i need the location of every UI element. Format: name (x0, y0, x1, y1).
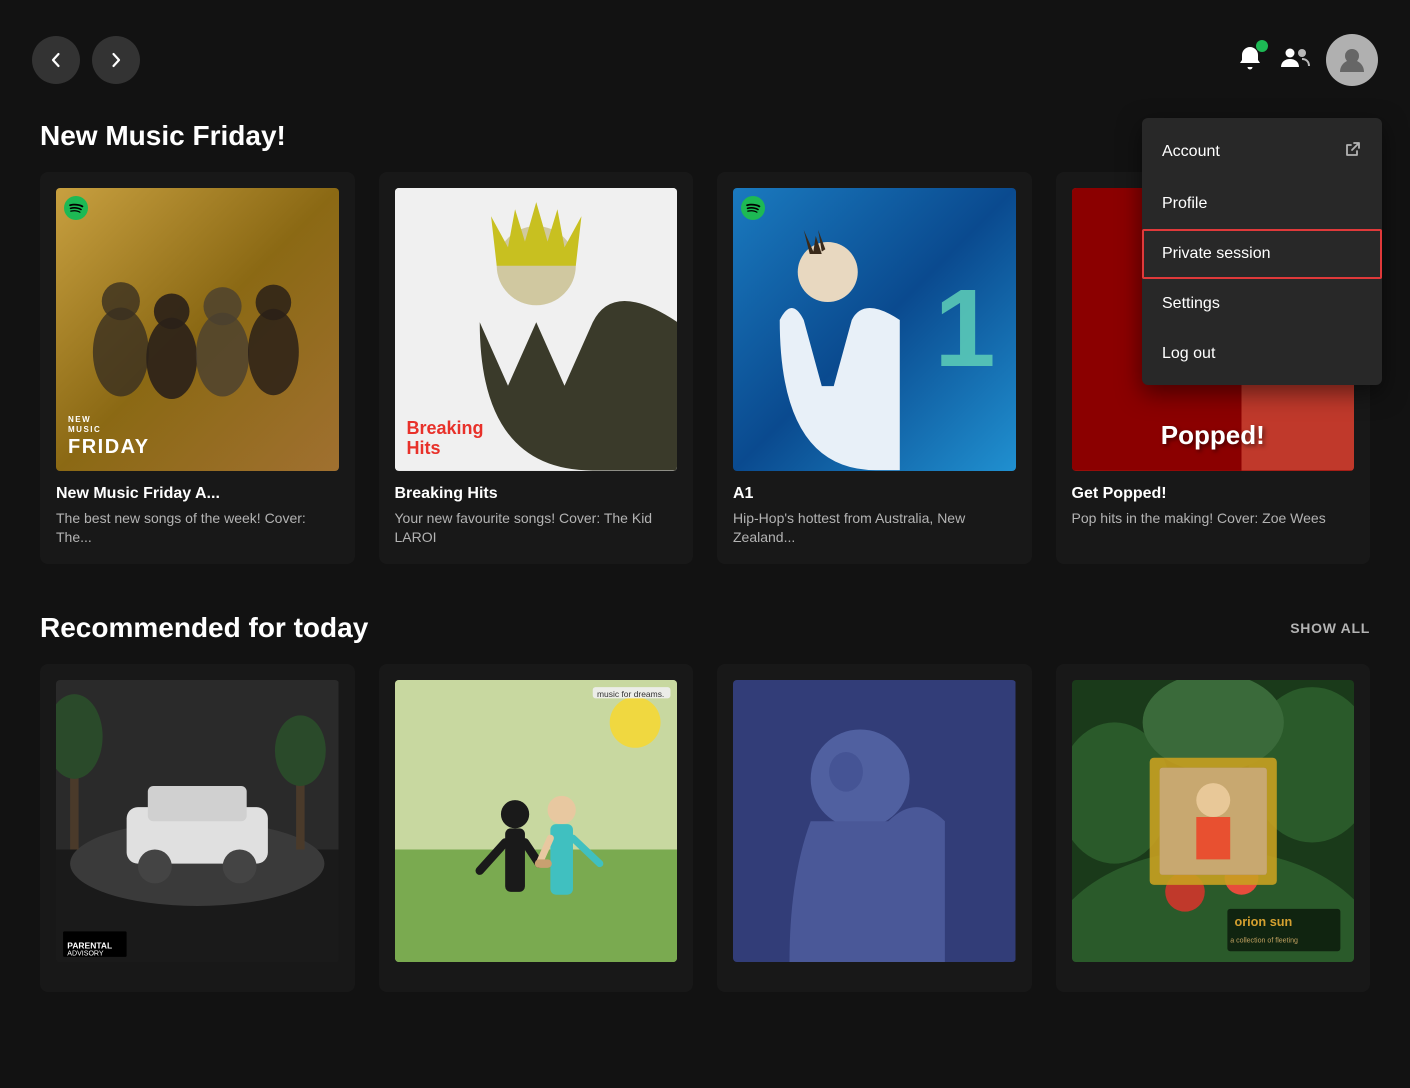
external-link-icon (1344, 140, 1362, 163)
logout-menu-item[interactable]: Log out (1142, 329, 1382, 379)
svg-text:a collection of fleeting: a collection of fleeting (1230, 937, 1298, 944)
topbar-right (1236, 34, 1378, 86)
back-button[interactable] (32, 36, 80, 84)
rec-card-image-1: PARENTAL ADVISORY (56, 680, 339, 963)
svg-text:ADVISORY: ADVISORY (67, 950, 104, 957)
rec-card-image-2: music for dreams. (395, 680, 678, 963)
account-label: Account (1162, 143, 1220, 161)
logout-label: Log out (1162, 345, 1215, 363)
rec-card-3[interactable] (717, 664, 1032, 993)
svg-text:music for dreams.: music for dreams. (596, 689, 663, 699)
section2-cards-row: PARENTAL ADVISORY (40, 664, 1370, 993)
a1-person (743, 230, 913, 470)
rec-card-2[interactable]: music for dreams. (379, 664, 694, 993)
svg-text:PARENTAL: PARENTAL (67, 940, 112, 950)
card-image-friday: NEW MUSIC FRIDAY (56, 188, 339, 471)
card-subtitle-friday: The best new songs of the week! Cover: T… (56, 509, 339, 548)
friends-button[interactable] (1280, 44, 1310, 77)
user-avatar[interactable] (1326, 34, 1378, 86)
spotify-logo-a1 (741, 196, 765, 220)
profile-label: Profile (1162, 195, 1207, 213)
a1-number: 1 (934, 274, 995, 384)
forward-button[interactable] (92, 36, 140, 84)
notification-badge (1256, 40, 1268, 52)
rec-card-image-3 (733, 680, 1016, 963)
rec-card-4[interactable]: orion sun a collection of fleeting (1056, 664, 1371, 993)
card-image-a1: 1 (733, 188, 1016, 471)
card-title-friday: New Music Friday A... (56, 485, 339, 503)
card-image-breaking: BreakingHits (395, 188, 678, 471)
rec-img-4: orion sun a collection of fleeting (1072, 680, 1355, 963)
settings-label: Settings (1162, 295, 1220, 313)
card-new-music-friday[interactable]: NEW MUSIC FRIDAY New Music Friday A... T… (40, 172, 355, 564)
section2-header: Recommended for today Show all (40, 612, 1370, 644)
section2-title: Recommended for today (40, 612, 368, 644)
user-dropdown-menu: Account Profile Private session Settings… (1142, 118, 1382, 385)
private-session-label: Private session (1162, 245, 1271, 263)
nav-buttons (32, 36, 140, 84)
card-subtitle-breaking: Your new favourite songs! Cover: The Kid… (395, 509, 678, 548)
card-title-popped: Get Popped! (1072, 485, 1355, 503)
notifications-button[interactable] (1236, 44, 1264, 77)
rec-img-2: music for dreams. (395, 680, 678, 963)
rec-card-1[interactable]: PARENTAL ADVISORY (40, 664, 355, 993)
svg-text:orion sun: orion sun (1234, 913, 1292, 928)
card-subtitle-a1: Hip-Hop's hottest from Australia, New Ze… (733, 509, 1016, 548)
account-menu-item[interactable]: Account (1142, 124, 1382, 179)
breaking-hits-text: BreakingHits (407, 419, 484, 459)
profile-menu-item[interactable]: Profile (1142, 179, 1382, 229)
card-title-a1: A1 (733, 485, 1016, 503)
card-breaking-hits[interactable]: BreakingHits Breaking Hits Your new favo… (379, 172, 694, 564)
card-a1[interactable]: 1 A1 Hip-Hop's hottest from Australia, N… (717, 172, 1032, 564)
rec-img-3 (733, 680, 1016, 963)
rec-card-image-4: orion sun a collection of fleeting (1072, 680, 1355, 963)
card-subtitle-popped: Pop hits in the making! Cover: Zoe Wees (1072, 509, 1355, 529)
friday-overlay-text: NEW MUSIC FRIDAY (68, 415, 327, 458)
rec-img-1: PARENTAL ADVISORY (56, 680, 339, 963)
popped-text: Popped! (1161, 420, 1265, 451)
card-title-breaking: Breaking Hits (395, 485, 678, 503)
settings-menu-item[interactable]: Settings (1142, 279, 1382, 329)
private-session-menu-item[interactable]: Private session (1142, 229, 1382, 279)
show-all-button[interactable]: Show all (1290, 620, 1370, 636)
